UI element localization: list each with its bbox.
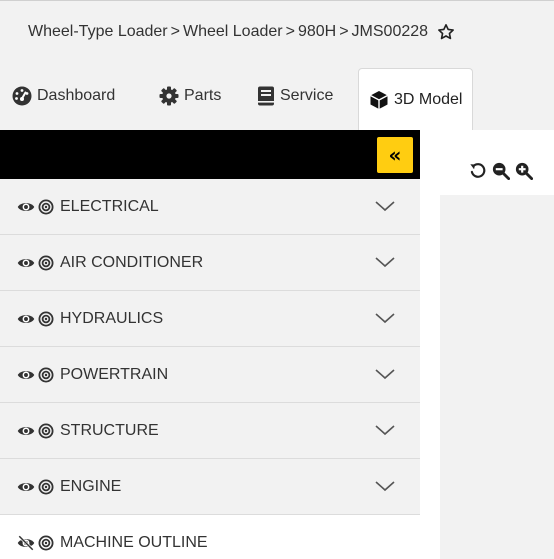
system-item-air-conditioner[interactable]: AIR CONDITIONER	[0, 235, 420, 291]
breadcrumb-item-model[interactable]: 980H	[298, 23, 336, 41]
favorite-star-icon[interactable]	[437, 23, 455, 41]
tab-service[interactable]: Service	[257, 81, 333, 111]
system-label: ELECTRICAL	[60, 197, 159, 215]
book-icon	[257, 86, 275, 106]
tab-dashboard[interactable]: Dashboard	[12, 81, 115, 111]
breadcrumb-separator: >	[339, 22, 349, 40]
tab-bar: Dashboard Parts Service 3D Model	[0, 62, 554, 130]
target-icon[interactable]	[38, 199, 56, 215]
chevron-down-icon[interactable]	[374, 255, 396, 269]
target-icon[interactable]	[38, 311, 56, 327]
chevron-down-icon[interactable]	[374, 423, 396, 437]
system-list: ELECTRICAL AIR CONDITIONER HYDRAULICS PO…	[0, 179, 420, 559]
breadcrumb: Wheel-Type Loader > Wheel Loader > 980H …	[0, 0, 554, 62]
breadcrumb-separator: >	[285, 22, 295, 40]
target-icon[interactable]	[38, 535, 56, 551]
system-item-engine[interactable]: ENGINE	[0, 459, 420, 515]
dashboard-icon	[12, 86, 32, 106]
eye-icon[interactable]	[17, 478, 37, 496]
gear-icon	[159, 86, 179, 106]
collapse-panel-button[interactable]: «	[377, 137, 413, 173]
system-item-electrical[interactable]: ELECTRICAL	[0, 179, 420, 235]
chevron-down-icon[interactable]	[374, 311, 396, 325]
chevron-down-icon[interactable]	[374, 199, 396, 213]
target-icon[interactable]	[38, 367, 56, 383]
system-label: MACHINE OUTLINE	[60, 534, 208, 551]
tab-3d-model[interactable]: 3D Model	[358, 68, 474, 130]
reset-icon[interactable]	[469, 162, 487, 180]
tab-service-label: Service	[280, 87, 334, 104]
system-label: AIR CONDITIONER	[60, 253, 204, 271]
tab-dashboard-label: Dashboard	[37, 87, 116, 104]
eye-icon[interactable]	[17, 198, 37, 216]
chevron-down-icon[interactable]	[374, 479, 396, 493]
breadcrumb-item-serial: JMS00228	[351, 22, 429, 40]
3d-viewer-canvas[interactable]	[440, 195, 554, 559]
tab-parts[interactable]: Parts	[159, 81, 221, 111]
zoom-out-icon[interactable]	[492, 162, 510, 180]
target-icon[interactable]	[38, 255, 56, 271]
viewer-toolbar	[469, 160, 538, 182]
system-label: ENGINE	[60, 477, 122, 495]
system-item-structure[interactable]: STRUCTURE	[0, 403, 420, 459]
cube-icon	[369, 90, 389, 110]
system-label: STRUCTURE	[60, 421, 159, 439]
eye-icon[interactable]	[17, 310, 37, 328]
panel-header	[0, 130, 420, 179]
system-item-hydraulics[interactable]: HYDRAULICS	[0, 291, 420, 347]
eye-icon[interactable]	[17, 254, 37, 272]
chevron-down-icon[interactable]	[374, 367, 396, 381]
system-item-powertrain[interactable]: POWERTRAIN	[0, 347, 420, 403]
zoom-in-icon[interactable]	[515, 162, 533, 180]
tab-3d-model-label: 3D Model	[394, 90, 463, 108]
system-label: POWERTRAIN	[60, 365, 169, 383]
eye-slash-icon[interactable]	[17, 534, 37, 552]
breadcrumb-separator: >	[170, 22, 180, 40]
system-label: HYDRAULICS	[60, 309, 164, 327]
eye-icon[interactable]	[17, 422, 37, 440]
tab-parts-label: Parts	[184, 87, 222, 104]
breadcrumb-item-family[interactable]: Wheel Loader	[183, 23, 283, 41]
system-item-machine-outline[interactable]: MACHINE OUTLINE	[0, 515, 420, 559]
eye-icon[interactable]	[17, 366, 37, 384]
target-icon[interactable]	[38, 423, 56, 439]
breadcrumb-item-machine-type[interactable]: Wheel-Type Loader	[28, 23, 168, 41]
target-icon[interactable]	[38, 479, 56, 495]
